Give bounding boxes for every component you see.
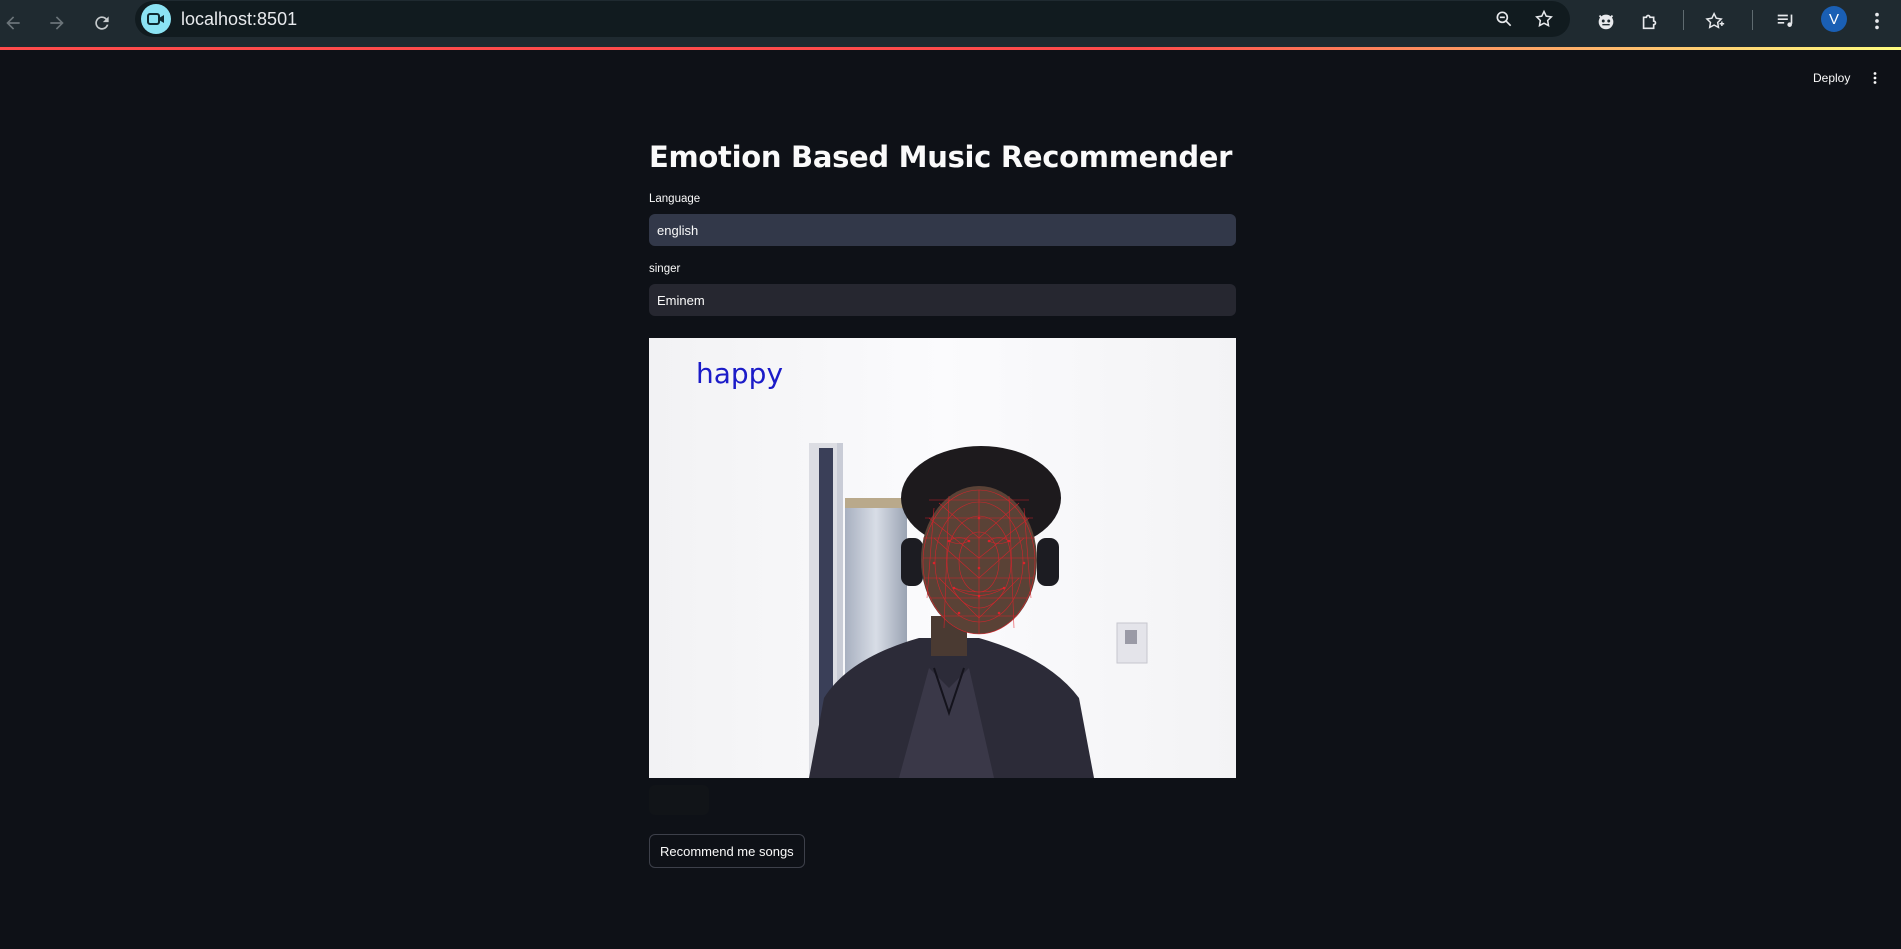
zoom-icon[interactable] [1492, 7, 1516, 31]
profile-avatar[interactable]: V [1821, 6, 1847, 32]
address-bar[interactable]: localhost:8501 [135, 1, 1570, 37]
media-queue-icon[interactable] [1771, 6, 1801, 36]
webcam-frame-image [649, 338, 1236, 778]
singer-label: singer [649, 263, 681, 275]
url-text[interactable]: localhost:8501 [181, 9, 297, 30]
browser-toolbar: localhost:8501 V [0, 0, 1901, 48]
puzzle-icon[interactable] [1635, 6, 1665, 36]
bookmark-star-icon[interactable] [1532, 7, 1556, 31]
forward-arrow-icon[interactable] [40, 6, 74, 40]
toolbar-divider [1752, 10, 1753, 30]
streamlit-decoration-bar [0, 47, 1901, 50]
stream-stop-button[interactable] [649, 785, 709, 815]
main-menu-icon[interactable] [1863, 66, 1887, 90]
toolbar-divider [1683, 10, 1684, 30]
recommend-songs-button[interactable]: Recommend me songs [649, 834, 805, 868]
extension-cat-icon[interactable] [1591, 6, 1621, 36]
language-input[interactable] [649, 214, 1236, 246]
webcam-stream: happy [649, 338, 1236, 778]
video-camera-icon[interactable] [141, 4, 171, 34]
page-title: Emotion Based Music Recommender [649, 140, 1233, 174]
favorites-icon[interactable] [1700, 6, 1730, 36]
more-vert-icon[interactable] [1862, 6, 1892, 36]
reload-icon[interactable] [85, 6, 119, 40]
singer-input[interactable] [649, 284, 1236, 316]
language-label: Language [649, 193, 701, 205]
deploy-button[interactable]: Deploy [1805, 66, 1858, 90]
detected-emotion-label: happy [696, 357, 784, 390]
back-arrow-icon[interactable] [0, 6, 30, 40]
